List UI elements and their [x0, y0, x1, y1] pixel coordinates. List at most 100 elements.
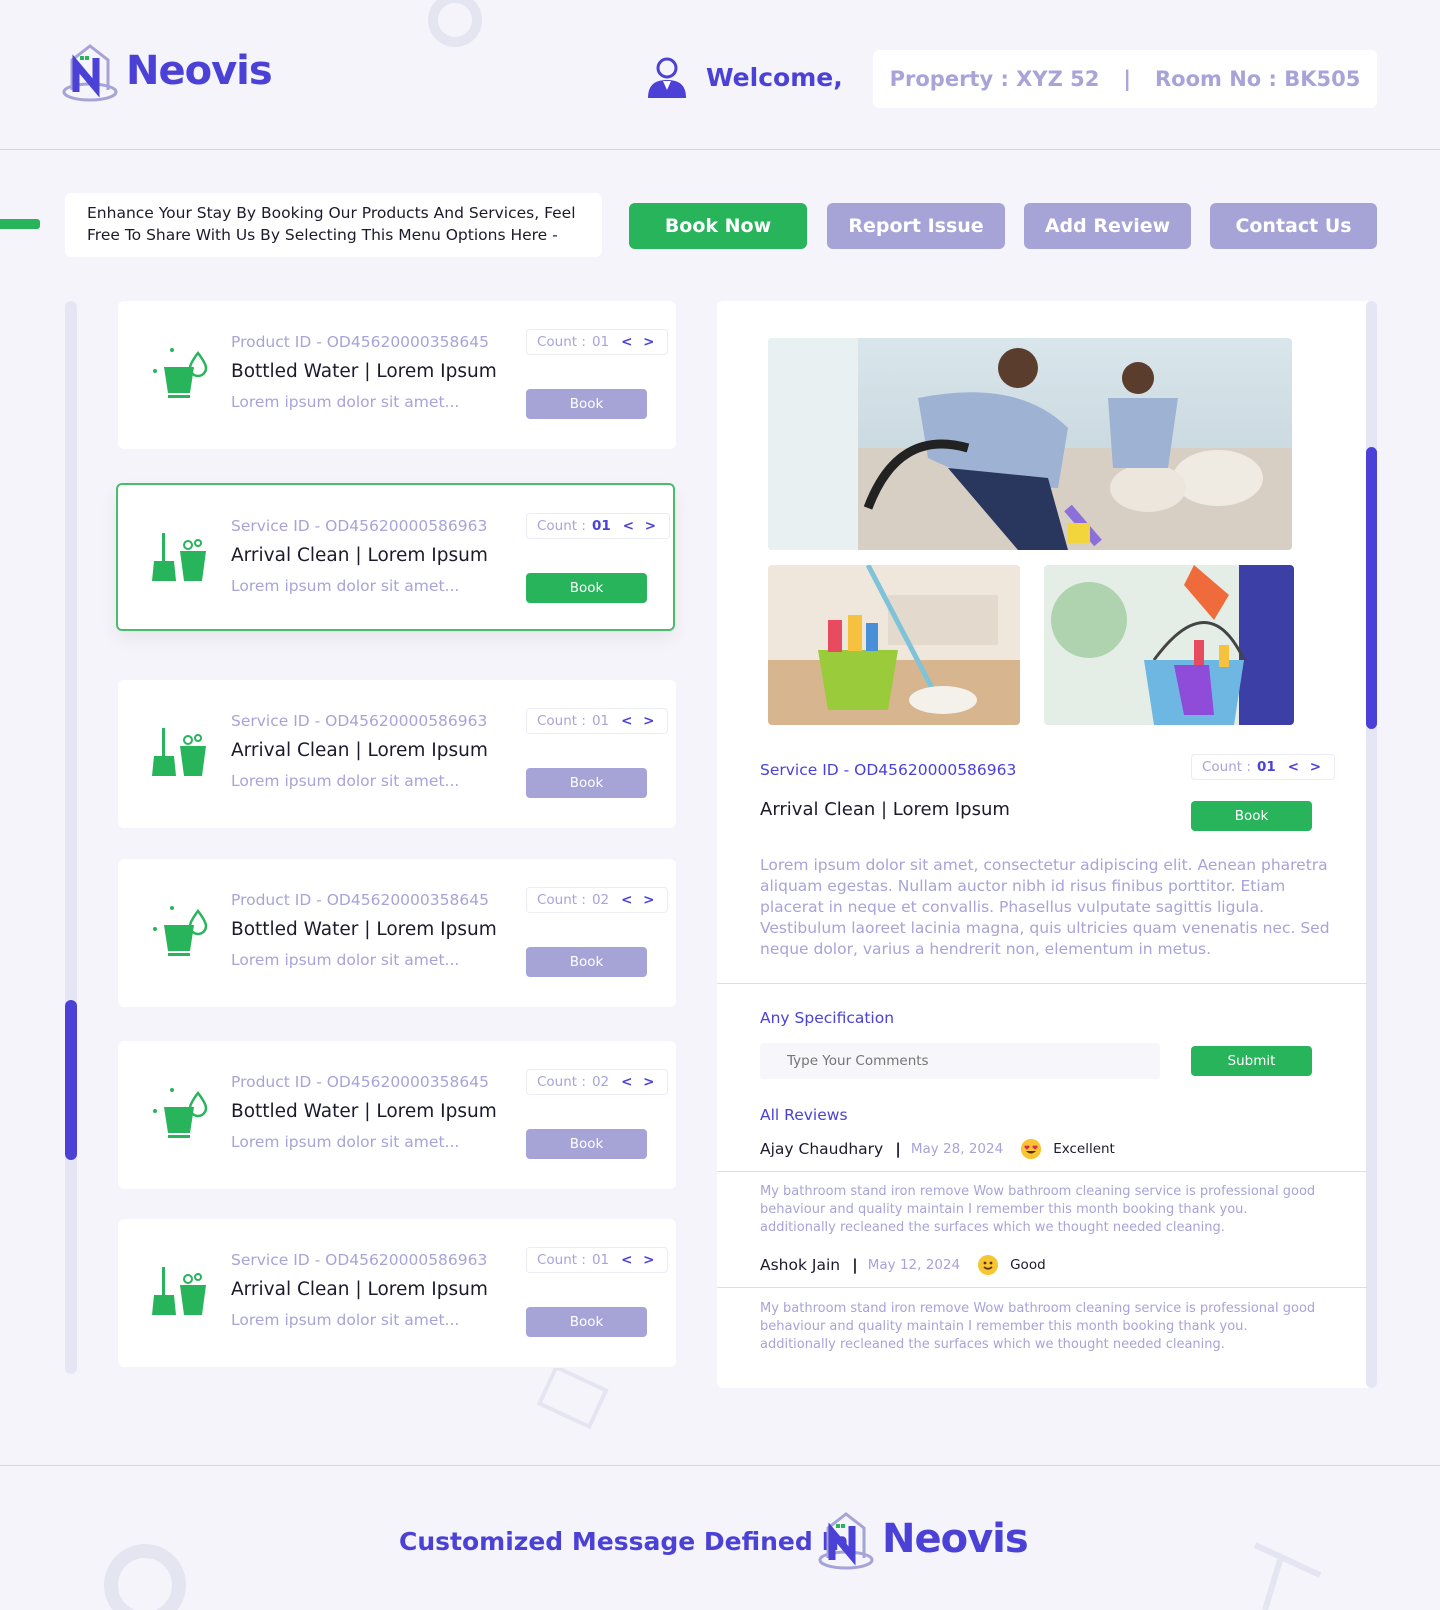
brand-name: Neovis	[126, 48, 273, 94]
list-scrollbar-thumb[interactable]	[65, 1000, 77, 1160]
review-separator: |	[895, 1140, 901, 1158]
header: Neovis Welcome, Property : XYZ 52 | Room…	[0, 0, 1440, 150]
comment-input[interactable]	[760, 1043, 1160, 1079]
count-label: Count :	[537, 334, 586, 350]
book-button[interactable]: Book	[526, 1129, 647, 1159]
broom-bucket-icon	[152, 728, 206, 776]
count-value: 02	[591, 1074, 610, 1090]
count-arrows[interactable]: < >	[621, 892, 657, 908]
quantity-stepper[interactable]: Count : 02 < >	[526, 887, 669, 913]
specification-label: Any Specification	[760, 1009, 895, 1027]
detail-item-title: Arrival Clean | Lorem Ipsum	[760, 799, 1010, 820]
count-label: Count :	[537, 1074, 586, 1090]
intro-line-1: Enhance Your Stay By Booking Our Product…	[87, 204, 576, 222]
list-item[interactable]: Product ID - OD45620000358645 Bottled Wa…	[118, 301, 676, 449]
add-review-button[interactable]: Add Review	[1024, 203, 1191, 249]
contact-us-button[interactable]: Contact Us	[1210, 203, 1377, 249]
count-arrows[interactable]: < >	[621, 1252, 657, 1268]
list-item[interactable]: Product ID - OD45620000358645 Bottled Wa…	[118, 859, 676, 1007]
book-button[interactable]: Book	[526, 389, 647, 419]
review-header: Ashok Jain | May 12, 2024 Good	[760, 1255, 1046, 1275]
intro-line-2: Free To Share With Us By Selecting This …	[87, 226, 558, 244]
heart-eyes-emoji-icon	[1021, 1139, 1042, 1159]
welcome-block: Welcome,	[644, 54, 843, 100]
review-date: May 12, 2024	[867, 1257, 961, 1273]
footer-message: Customized Message Defined In	[399, 1527, 849, 1556]
list-item[interactable]: Service ID - OD45620000586963 Arrival Cl…	[118, 680, 676, 828]
count-label: Count :	[537, 518, 586, 534]
item-title: Arrival Clean | Lorem Ipsum	[231, 545, 488, 566]
detail-book-button[interactable]: Book	[1191, 801, 1312, 831]
smile-emoji-icon	[978, 1255, 999, 1275]
intro-message: Enhance Your Stay By Booking Our Product…	[65, 193, 602, 257]
review-text: My bathroom stand iron remove Wow bathro…	[760, 1301, 1316, 1352]
quantity-stepper[interactable]: Count : 01 < >	[526, 708, 669, 734]
welcome-text: Welcome,	[706, 62, 843, 92]
item-description: Lorem ipsum dolor sit amet...	[231, 1311, 460, 1329]
item-description: Lorem ipsum dolor sit amet...	[231, 951, 460, 969]
count-arrows[interactable]: < >	[621, 1074, 657, 1090]
brand-name: Neovis	[882, 1516, 1029, 1562]
broom-bucket-icon	[152, 1267, 206, 1315]
item-title: Arrival Clean | Lorem Ipsum	[231, 1279, 488, 1300]
item-id: Product ID - OD45620000358645	[231, 333, 489, 351]
detail-scrollbar-thumb[interactable]	[1366, 447, 1377, 729]
count-label: Count :	[1202, 759, 1251, 775]
list-item[interactable]: Product ID - OD45620000358645 Bottled Wa…	[118, 1041, 676, 1189]
list-item[interactable]: Service ID - OD45620000586963 Arrival Cl…	[118, 1219, 676, 1367]
item-title: Bottled Water | Lorem Ipsum	[231, 361, 497, 382]
detail-scrollbar[interactable]	[1366, 301, 1377, 1388]
report-issue-button[interactable]: Report Issue	[827, 203, 1005, 249]
quantity-stepper[interactable]: Count : 02 < >	[526, 1069, 669, 1095]
reviewer-name: Ashok Jain	[760, 1256, 841, 1274]
detail-quantity-stepper[interactable]: Count : 01 < >	[1191, 754, 1336, 780]
bucket-water-icon	[153, 1088, 208, 1138]
cleaning-staff-photo	[768, 338, 1292, 550]
review-text: My bathroom stand iron remove Wow bathro…	[760, 1184, 1316, 1235]
count-arrows[interactable]: < >	[623, 518, 659, 534]
neovis-logo-icon	[818, 1512, 874, 1570]
item-title: Bottled Water | Lorem Ipsum	[231, 1101, 497, 1122]
count-value: 01	[591, 713, 610, 729]
review-rating: Excellent	[1053, 1141, 1115, 1157]
footer-brand-logo[interactable]: Neovis	[818, 1508, 1029, 1570]
accent-marker	[0, 219, 40, 229]
quantity-stepper[interactable]: Count : 01 < >	[526, 329, 669, 355]
bucket-water-icon	[153, 906, 208, 956]
item-id: Product ID - OD45620000358645	[231, 1073, 489, 1091]
review-divider	[717, 1171, 1367, 1172]
book-now-button[interactable]: Book Now	[629, 203, 807, 249]
book-button[interactable]: Book	[526, 573, 647, 603]
item-description: Lorem ipsum dolor sit amet...	[231, 772, 460, 790]
review-header: Ajay Chaudhary | May 28, 2024 Excellent	[760, 1139, 1115, 1159]
bucket-water-icon	[153, 348, 208, 398]
property-room-info: Property : XYZ 52 | Room No : BK505	[873, 50, 1377, 108]
count-value: 02	[591, 892, 610, 908]
book-button[interactable]: Book	[526, 768, 647, 798]
count-value: 01	[591, 518, 611, 534]
item-id: Service ID - OD45620000586963	[231, 712, 488, 730]
book-button[interactable]: Book	[526, 947, 647, 977]
cleaning-supplies-photo	[1044, 565, 1294, 725]
neovis-logo-icon	[62, 44, 118, 102]
section-divider	[717, 983, 1367, 984]
quantity-stepper[interactable]: Count : 01 < >	[526, 513, 671, 539]
count-value: 01	[1256, 759, 1276, 775]
item-id: Service ID - OD45620000586963	[231, 1251, 488, 1269]
count-arrows[interactable]: < >	[621, 713, 657, 729]
count-value: 01	[591, 1252, 610, 1268]
review-separator: |	[852, 1256, 858, 1274]
user-avatar-icon	[648, 57, 686, 98]
count-arrows[interactable]: < >	[1288, 759, 1324, 775]
quantity-stepper[interactable]: Count : 01 < >	[526, 1247, 669, 1273]
list-scrollbar[interactable]	[65, 301, 77, 1374]
item-id: Product ID - OD45620000358645	[231, 891, 489, 909]
broom-bucket-icon	[152, 533, 206, 581]
count-label: Count :	[537, 892, 586, 908]
submit-button[interactable]: Submit	[1191, 1046, 1312, 1076]
brand-logo[interactable]: Neovis	[62, 40, 273, 102]
count-arrows[interactable]: < >	[621, 334, 657, 350]
book-button[interactable]: Book	[526, 1307, 647, 1337]
count-label: Count :	[537, 713, 586, 729]
list-item-selected[interactable]: Service ID - OD45620000586963 Arrival Cl…	[116, 483, 675, 631]
